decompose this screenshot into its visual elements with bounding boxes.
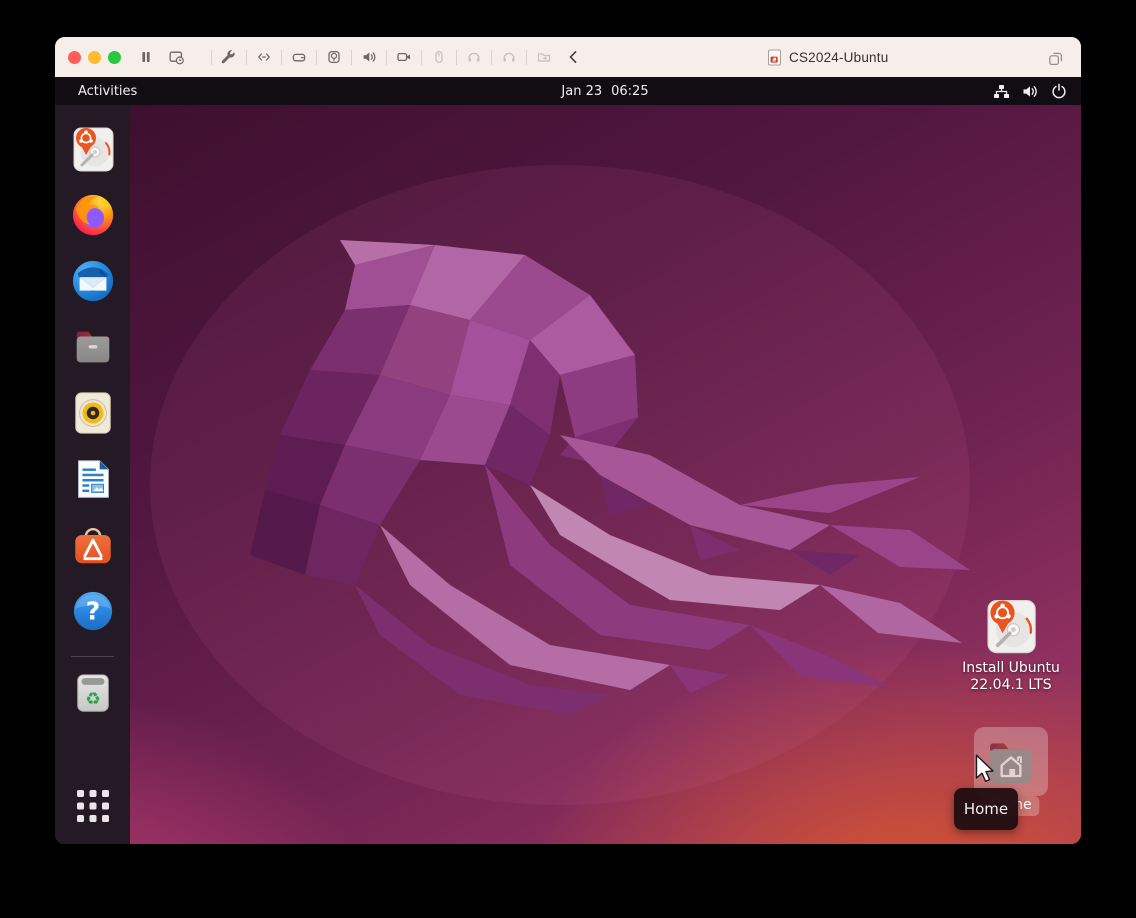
mouse-capture-button[interactable]: [424, 45, 454, 69]
ubuntu-installer-icon: [69, 125, 117, 173]
jellyfish-wallpaper-art: [130, 105, 1081, 844]
help-glyph: ?: [86, 597, 100, 626]
minimize-button[interactable]: [88, 51, 101, 64]
shared-folder-button[interactable]: [529, 45, 559, 69]
files-icon: [70, 324, 116, 370]
home-tooltip-text: Home: [964, 800, 1008, 818]
video-button[interactable]: [389, 45, 419, 69]
desktop-icon-install-ubuntu[interactable]: Install Ubuntu 22.04.1 LTS: [961, 597, 1061, 694]
clock-button[interactable]: Jan 23 06:25: [561, 77, 648, 105]
libreoffice-writer-icon: [70, 456, 116, 502]
overlapping-windows-icon: [1048, 51, 1064, 67]
save-state-button[interactable]: [161, 45, 191, 69]
pause-icon: [138, 49, 154, 65]
vm-window: CS2024-Ubuntu Activities Jan 23 06:25: [55, 37, 1081, 844]
webcam-icon: [326, 49, 342, 65]
install-ubuntu-icon: [982, 597, 1040, 655]
rhythmbox-icon: [70, 390, 116, 436]
traffic-lights: [68, 51, 121, 64]
gnome-topbar: Activities Jan 23 06:25: [55, 77, 1081, 105]
dock-item-libreoffice-writer[interactable]: [68, 454, 118, 504]
window-title: CS2024-Ubuntu: [789, 50, 888, 65]
desktop-surface[interactable]: Install Ubuntu 22.04.1 LTS: [130, 105, 1081, 844]
speaker-button[interactable]: [354, 45, 384, 69]
dock-item-thunderbird[interactable]: [68, 256, 118, 306]
close-button[interactable]: [68, 51, 81, 64]
dock-item-show-applications[interactable]: [68, 781, 118, 831]
desktop-row: A ?: [55, 105, 1081, 844]
network-icon: [993, 84, 1010, 99]
clock-date: Jan 23: [561, 84, 602, 99]
headset-2-button[interactable]: [494, 45, 524, 69]
volume-icon: [1022, 84, 1039, 99]
trash-icon: ♻: [70, 670, 116, 716]
tools-icon: [221, 49, 237, 65]
dock-item-help[interactable]: ?: [68, 586, 118, 636]
speaker-icon: [361, 49, 377, 65]
toolbar-separator: [386, 50, 387, 65]
power-icon: [1051, 83, 1067, 99]
zoom-button[interactable]: [108, 51, 121, 64]
webcam-button[interactable]: [319, 45, 349, 69]
console-button[interactable]: [249, 45, 279, 69]
dock-item-ubuntu-installer[interactable]: [68, 124, 118, 174]
back-button[interactable]: [559, 45, 589, 69]
toolbar-separator: [211, 50, 212, 65]
window-title-group: CS2024-Ubuntu: [767, 37, 888, 77]
home-tooltip: Home: [954, 788, 1018, 830]
app-grid-icon: [76, 789, 110, 823]
clock-time: 06:25: [611, 84, 648, 99]
dock-item-ubuntu-software[interactable]: A: [68, 520, 118, 570]
console-icon: [256, 49, 272, 65]
video-icon: [396, 49, 412, 65]
titlebar: CS2024-Ubuntu: [55, 37, 1081, 77]
trash-glyph: ♻: [85, 690, 100, 710]
install-ubuntu-label: Install Ubuntu 22.04.1 LTS: [962, 660, 1060, 694]
dock-item-files[interactable]: [68, 322, 118, 372]
toolbar-separator: [491, 50, 492, 65]
thunderbird-icon: [70, 258, 116, 304]
toolbar-separator: [421, 50, 422, 65]
toolbar-separator: [316, 50, 317, 65]
dock-item-rhythmbox[interactable]: [68, 388, 118, 438]
dock-item-trash[interactable]: ♻: [68, 668, 118, 718]
ubuntu-software-icon: A: [70, 522, 116, 568]
tools-button[interactable]: [214, 45, 244, 69]
drive-button[interactable]: [284, 45, 314, 69]
back-chevron-icon: [566, 49, 582, 65]
dock: A ?: [55, 105, 130, 844]
install-label-line2: 22.04.1 LTS: [962, 677, 1060, 694]
mouse-cursor: [975, 754, 997, 784]
toolbar-separator: [526, 50, 527, 65]
help-icon: ?: [70, 588, 116, 634]
pause-button[interactable]: [131, 45, 161, 69]
shared-folder-icon: [536, 49, 552, 65]
toolbar-separator: [351, 50, 352, 65]
activities-button[interactable]: Activities: [70, 77, 145, 105]
headset-icon: [466, 49, 482, 65]
activities-label: Activities: [78, 84, 137, 99]
vm-toolbar: [131, 37, 589, 77]
dock-item-firefox[interactable]: [68, 190, 118, 240]
system-status-area[interactable]: [993, 77, 1067, 105]
install-label-line1: Install Ubuntu: [962, 660, 1060, 677]
drive-icon: [291, 49, 307, 65]
toolbar-separator: [246, 50, 247, 65]
guest-screen: Activities Jan 23 06:25: [55, 77, 1081, 844]
headset-button[interactable]: [459, 45, 489, 69]
toolbar-separator: [456, 50, 457, 65]
vm-document-icon: [767, 49, 782, 66]
toolbar-separator: [281, 50, 282, 65]
mouse-icon: [431, 49, 447, 65]
dock-separator: [71, 656, 114, 657]
save-state-icon: [168, 49, 184, 65]
firefox-icon: [70, 192, 116, 238]
window-overlap-button[interactable]: [1046, 49, 1066, 69]
headset-2-icon: [501, 49, 517, 65]
